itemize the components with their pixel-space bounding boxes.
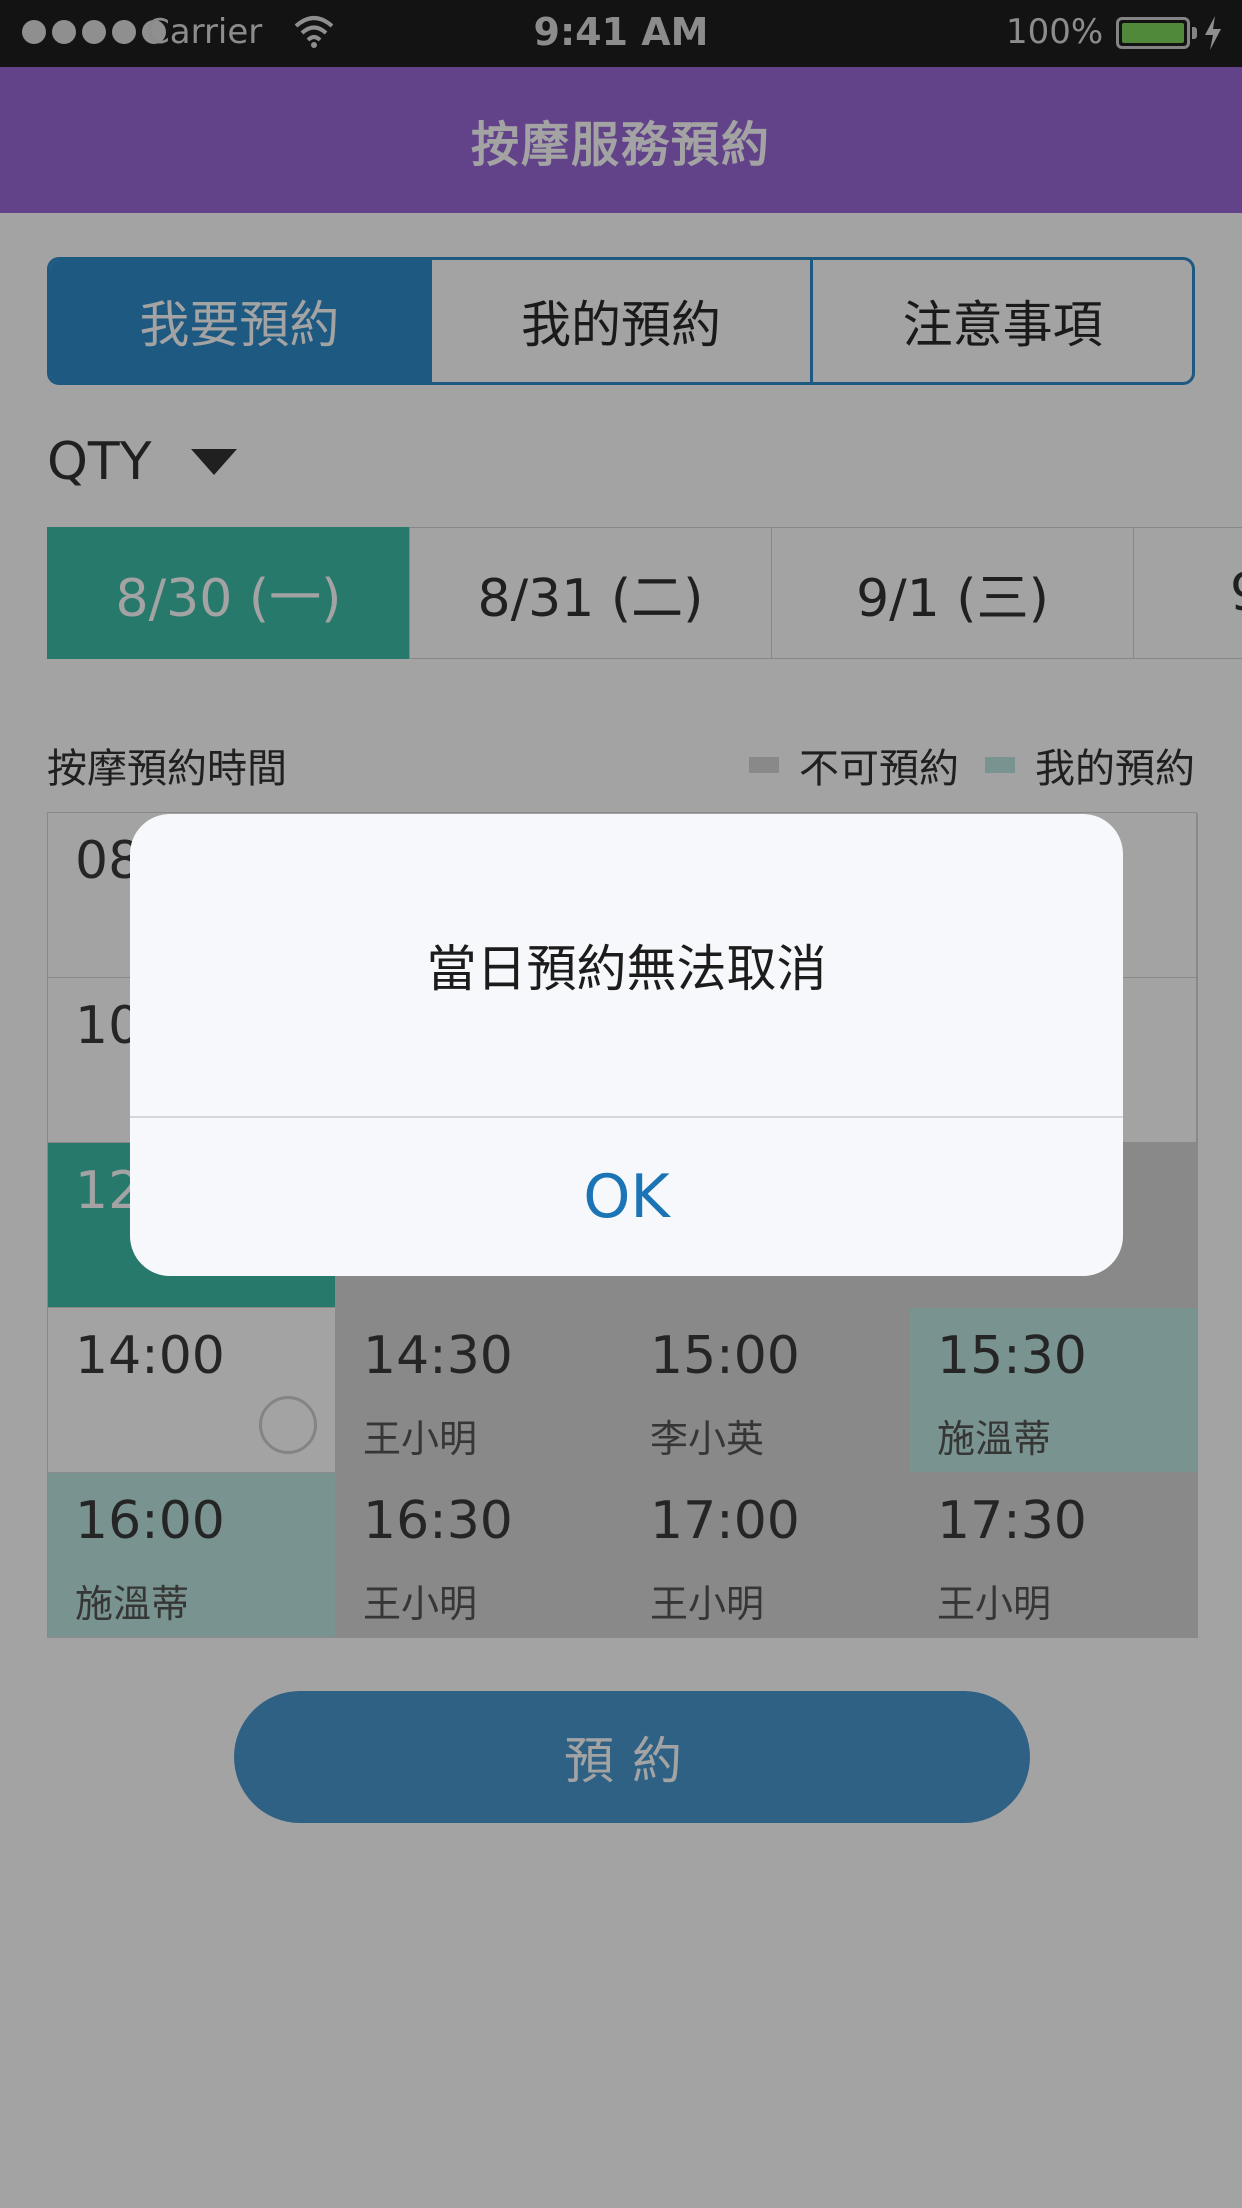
alert-dialog: 當日預約無法取消 OK <box>130 814 1123 1276</box>
alert-message: 當日預約無法取消 <box>426 940 827 998</box>
ok-button[interactable]: OK <box>130 1118 1123 1276</box>
